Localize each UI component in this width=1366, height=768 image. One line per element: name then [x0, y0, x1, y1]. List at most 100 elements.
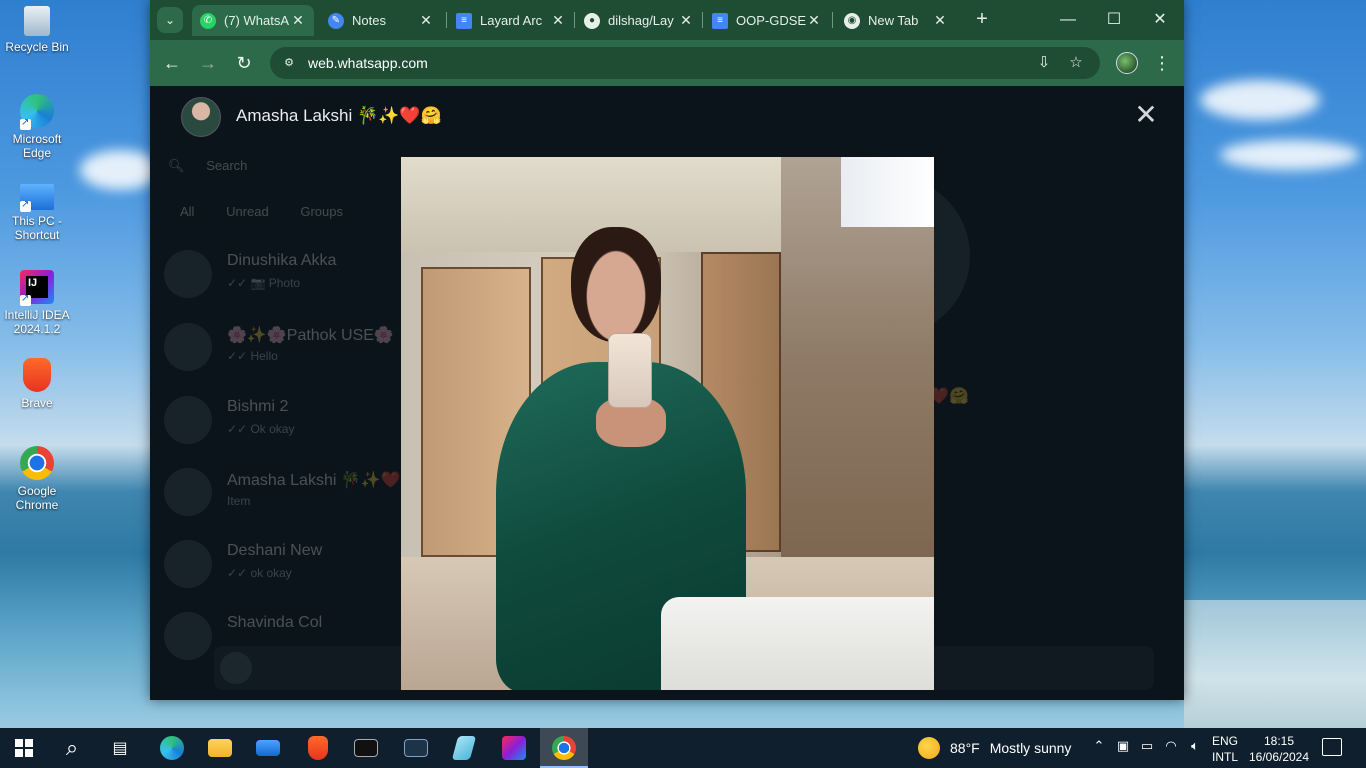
avatar	[164, 396, 212, 444]
back-button[interactable]: ←	[160, 51, 184, 75]
taskbar-mail[interactable]	[244, 728, 292, 768]
tab-github[interactable]: ● dilshag/Lay ✕	[576, 5, 702, 36]
reload-button[interactable]: ↻	[232, 51, 256, 75]
list-item: Deshani New ✓✓ ok okay	[164, 536, 424, 592]
tab-notes[interactable]: ✎ Notes ✕	[320, 5, 442, 36]
task-view-icon: ▤	[112, 740, 128, 757]
close-viewer-button[interactable]: ✕	[1134, 101, 1158, 129]
filter-groups: Groups	[300, 204, 343, 219]
taskbar-terminal[interactable]	[342, 728, 390, 768]
wifi-icon[interactable]: ◠	[1160, 738, 1182, 754]
taskbar-file-explorer[interactable]	[196, 728, 244, 768]
desktop-beach	[1184, 600, 1366, 730]
profile-avatar[interactable]	[1116, 52, 1138, 74]
battery-icon[interactable]: ▭	[1136, 738, 1158, 754]
close-window-button[interactable]: ✕	[1137, 6, 1183, 34]
chat-filters: All Unread Groups	[180, 204, 371, 219]
search-button[interactable]: ⌕	[48, 728, 96, 768]
tab-layard-arc[interactable]: ≡ Layard Arc ✕	[448, 5, 574, 36]
folder-icon	[208, 739, 232, 757]
meet-now-icon[interactable]: ▣	[1112, 738, 1134, 754]
desktop-icon-label: Brave	[21, 396, 53, 410]
contact-avatar[interactable]	[181, 97, 221, 137]
close-tab-icon[interactable]: ✕	[678, 12, 694, 29]
chat-name: Dinushika Akka	[227, 252, 337, 269]
show-hidden-icons-button[interactable]: ⌃	[1088, 738, 1110, 754]
brave-lion-icon	[23, 358, 51, 392]
desktop-icon-brave[interactable]: Brave	[4, 358, 70, 410]
site-info-icon[interactable]: ⚙	[278, 52, 300, 74]
address-bar[interactable]: ⚙ web.whatsapp.com ⇩ ☆	[270, 47, 1100, 79]
taskbar-notepad[interactable]	[440, 728, 488, 768]
docs-icon: ≡	[456, 12, 472, 29]
contact-name[interactable]: Amasha Lakshi 🎋✨❤️🤗	[236, 106, 442, 126]
volume-icon[interactable]: 🔈︎	[1184, 738, 1206, 754]
plus-icon: +	[976, 8, 988, 30]
taskbar-chrome[interactable]	[540, 728, 588, 768]
list-item: 🌸✨🌸Pathok USE🌸 ✓✓ Hello	[164, 319, 424, 375]
close-icon: ✕	[1134, 99, 1158, 130]
notepad-icon	[451, 736, 477, 760]
tab-whatsapp[interactable]: ✆ (7) WhatsA ✕	[192, 5, 314, 36]
desktop-icon-this-pc[interactable]: This PC - Shortcut	[4, 184, 70, 242]
start-button[interactable]	[0, 728, 48, 768]
taskbar-brave[interactable]	[294, 728, 342, 768]
desktop-icon-label: Google Chrome	[15, 484, 59, 512]
install-app-icon[interactable]: ⇩	[1032, 51, 1056, 75]
desktop-icon-microsoft-edge[interactable]: Microsoft Edge	[4, 94, 70, 160]
chat-preview: Item	[227, 494, 251, 508]
arrow-left-icon: ←	[163, 53, 181, 73]
close-tab-icon[interactable]: ✕	[550, 12, 566, 29]
partly-sunny-icon	[918, 737, 940, 759]
task-view-button[interactable]: ▤	[96, 728, 144, 768]
chevron-down-icon: ⌄	[164, 13, 176, 27]
taskbar-mysql[interactable]	[392, 728, 440, 768]
chat-preview: ✓✓ 📷 Photo	[227, 276, 301, 290]
close-tab-icon[interactable]: ✕	[418, 12, 434, 29]
tab-label: Notes	[352, 13, 386, 28]
search-icon: ⌕	[65, 735, 79, 760]
chrome-icon	[20, 446, 54, 480]
desktop-icon-google-chrome[interactable]: Google Chrome	[4, 446, 70, 512]
clock[interactable]: 18:15 16/06/2024	[1244, 733, 1314, 765]
chat-preview: ✓✓ Hello	[227, 349, 278, 363]
chat-name: Shavinda Col	[227, 614, 323, 631]
maximize-button[interactable]: ☐	[1091, 6, 1137, 34]
desktop-icon-recycle-bin[interactable]: Recycle Bin	[4, 6, 70, 54]
cloud	[1200, 80, 1320, 120]
browser-menu-button[interactable]: ⋮	[1150, 51, 1174, 75]
tab-search-button[interactable]: ⌄	[157, 7, 183, 33]
media-photo[interactable]	[401, 157, 934, 690]
photo-window	[841, 157, 934, 227]
tab-new-tab[interactable]: ◉ New Tab ✕	[836, 5, 956, 36]
shortcut-arrow-icon	[20, 116, 31, 130]
list-item: Amasha Lakshi 🎋✨❤️ Item	[164, 464, 424, 520]
tab-separator	[832, 12, 833, 28]
clock-date: 16/06/2024	[1248, 750, 1310, 764]
tab-label: dilshag/Lay	[608, 13, 674, 28]
forward-button[interactable]: →	[196, 51, 220, 75]
input-language[interactable]: ENG INTL	[1212, 733, 1238, 765]
recycle-bin-icon	[24, 6, 50, 36]
minimize-button[interactable]: —	[1045, 6, 1091, 34]
search-icon: 🔍︎	[168, 158, 185, 173]
bookmark-star-icon[interactable]: ☆	[1064, 51, 1088, 75]
photo-phone	[608, 333, 652, 408]
notification-center-icon[interactable]	[1322, 738, 1342, 756]
media-viewer-header: Amasha Lakshi 🎋✨❤️🤗 ✕	[150, 86, 1184, 150]
shortcut-arrow-icon	[20, 198, 31, 212]
weather-widget[interactable]: 88°F Mostly sunny	[918, 736, 1071, 760]
new-tab-button[interactable]: +	[970, 8, 994, 32]
filter-unread: Unread	[226, 204, 269, 219]
desktop-icon-label: IntelliJ IDEA 2024.1.2	[4, 308, 70, 336]
taskbar-edge[interactable]	[148, 728, 196, 768]
close-tab-icon[interactable]: ✕	[290, 12, 306, 29]
close-tab-icon[interactable]: ✕	[806, 12, 822, 29]
close-tab-icon[interactable]: ✕	[932, 12, 948, 29]
chat-preview: ✓✓ ok okay	[227, 566, 292, 580]
tab-separator	[574, 12, 575, 28]
tab-oop-gdse[interactable]: ≡ OOP-GDSE ✕	[704, 5, 830, 36]
taskbar-intellij[interactable]	[490, 728, 538, 768]
desktop-icon-intellij[interactable]: IJ IntelliJ IDEA 2024.1.2	[4, 270, 70, 336]
minimize-icon: —	[1060, 11, 1076, 28]
